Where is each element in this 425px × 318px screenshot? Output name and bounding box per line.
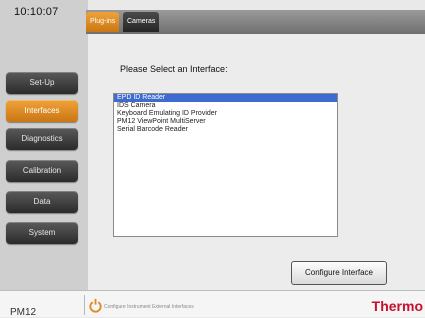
list-item-epd-id-reader[interactable]: EPD ID Reader (114, 94, 337, 102)
footer-bar: PM12 Configure Instrument External Inter… (0, 290, 425, 318)
model-label: PM12 (10, 307, 37, 318)
nav-button-set-up[interactable]: Set-Up (6, 72, 78, 94)
thermo-logo: Thermo (371, 298, 423, 314)
sidebar: 10:10:07 Set-Up Interfaces Diagnostics C… (0, 0, 88, 290)
clock: 10:10:07 (14, 6, 59, 18)
tab-cameras[interactable]: Cameras (123, 12, 160, 32)
list-item-serial-barcode-reader[interactable]: Serial Barcode Reader (114, 126, 337, 134)
nav-button-interfaces[interactable]: Interfaces (6, 100, 78, 122)
interface-list[interactable]: EPD ID Reader IDS Camera Keyboard Emulat… (113, 93, 338, 237)
configure-interface-button[interactable]: Configure Interface (291, 261, 387, 285)
interface-prompt: Please Select an Interface: (120, 64, 228, 74)
list-item-pm12-viewpoint-multiserver[interactable]: PM12 ViewPoint MultiServer (114, 118, 337, 126)
nav-button-diagnostics[interactable]: Diagnostics (6, 128, 78, 150)
nav-button-calibration[interactable]: Calibration (6, 160, 78, 182)
tab-bar: Plug-ins Cameras (86, 10, 425, 34)
footer-divider (84, 295, 85, 315)
power-icon (89, 298, 102, 313)
tab-plug-ins[interactable]: Plug-ins (86, 12, 120, 32)
list-item-ids-camera[interactable]: IDS Camera (114, 102, 337, 110)
list-item-keyboard-emulating-id-provider[interactable]: Keyboard Emulating ID Provider (114, 110, 337, 118)
status-text: Configure Instrument External Interfaces (104, 304, 194, 310)
nav-button-data[interactable]: Data (6, 191, 78, 213)
nav-button-system[interactable]: System (6, 222, 78, 244)
